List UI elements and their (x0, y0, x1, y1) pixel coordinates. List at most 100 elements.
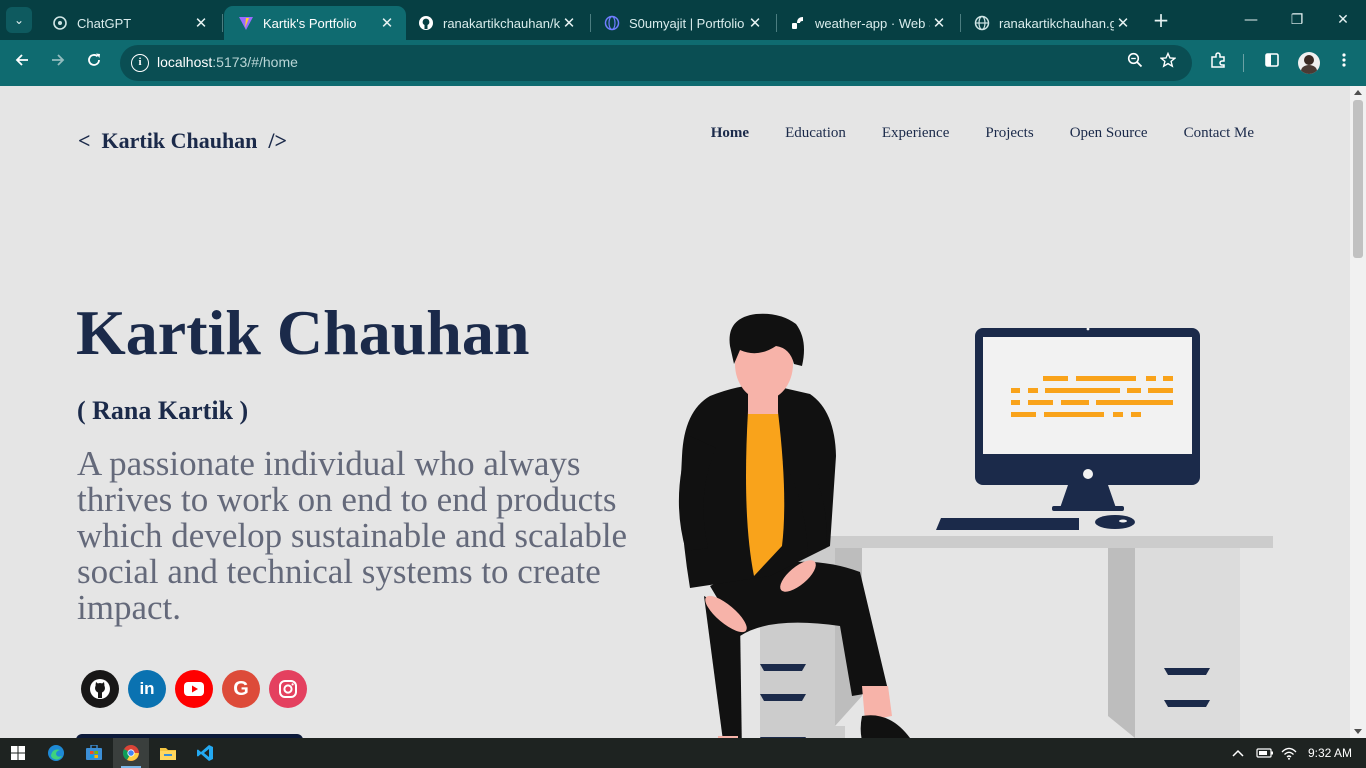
tab-github-repo[interactable]: ranakartikchauhan/ka ✕ (404, 6, 588, 40)
globe-icon (604, 15, 620, 31)
profile-avatar[interactable] (1298, 52, 1320, 74)
site-logo[interactable]: < Kartik Chauhan /> (78, 128, 287, 154)
scroll-up-arrow-icon[interactable] (1354, 90, 1362, 95)
url-text[interactable]: localhost:5173/#/home (157, 54, 298, 70)
keyboard (936, 518, 1079, 530)
close-icon[interactable]: ✕ (192, 14, 210, 32)
tab-weather-app[interactable]: weather-app · Web S ✕ (776, 6, 958, 40)
more-menu-icon[interactable] (1332, 51, 1356, 75)
github-link[interactable] (81, 670, 119, 708)
chrome-taskbar-button[interactable] (113, 738, 149, 768)
nav-home[interactable]: Home (711, 125, 749, 142)
side-panel-icon[interactable] (1260, 51, 1284, 75)
battery-icon[interactable] (1256, 738, 1274, 768)
tab-title: weather-app · Web S (815, 15, 930, 31)
toolbar-divider (1243, 54, 1244, 72)
zoom-icon[interactable] (1124, 52, 1146, 74)
scroll-down-arrow-icon[interactable] (1354, 729, 1362, 734)
tab-title: S0umyajit | Portfolio (629, 15, 745, 31)
youtube-icon (184, 682, 204, 696)
show-hidden-icons-button[interactable] (1232, 738, 1244, 768)
arrow-right-icon (52, 54, 65, 66)
tab-title: ranakartikchauhan.git (999, 15, 1114, 31)
mouse (1095, 515, 1135, 529)
url-path: :5173/#/home (212, 54, 298, 70)
tab-title: ranakartikchauhan/ka (443, 15, 560, 31)
file-explorer-icon (160, 748, 176, 760)
new-tab-button[interactable]: + (1151, 9, 1171, 31)
shoe (860, 715, 910, 738)
store-taskbar-button[interactable] (76, 738, 112, 768)
tab-title: Kartik's Portfolio (263, 15, 357, 31)
nav-open-source[interactable]: Open Source (1070, 125, 1148, 142)
nav-experience[interactable]: Experience (882, 125, 949, 142)
linkedin-link[interactable]: in (128, 670, 166, 708)
forward-button[interactable] (46, 51, 70, 75)
tab-kartiks-portfolio[interactable]: Kartik's Portfolio ✕ (224, 6, 406, 40)
social-links: in G (81, 670, 307, 708)
desk-right-drawer (1135, 548, 1240, 738)
scroll-thumb[interactable] (1353, 100, 1363, 258)
close-icon[interactable]: ✕ (930, 14, 948, 32)
instagram-icon (279, 680, 297, 698)
windows-start-icon (11, 746, 25, 760)
globe-icon (974, 15, 990, 31)
github-icon (90, 679, 110, 699)
browser-toolbar: i localhost:5173/#/home (0, 40, 1366, 86)
main-nav: Home Education Experience Projects Open … (711, 125, 1254, 142)
render-icon (790, 15, 806, 31)
nav-projects[interactable]: Projects (985, 125, 1033, 142)
windows-taskbar: 9:32 AM (0, 738, 1366, 768)
tab-search-button[interactable]: ⌄ (6, 7, 32, 33)
hero-bio: A passionate individual who always thriv… (77, 444, 628, 627)
restore-button[interactable]: ❐ (1274, 8, 1320, 32)
edge-icon (48, 745, 64, 761)
nav-education[interactable]: Education (785, 125, 846, 142)
tab-soumyajit-portfolio[interactable]: S0umyajit | Portfolio ✕ (590, 6, 774, 40)
window-close-button[interactable]: ✕ (1320, 8, 1366, 32)
close-icon[interactable]: ✕ (378, 14, 396, 32)
page-scrollbar[interactable] (1350, 86, 1366, 738)
tab-separator (222, 14, 223, 32)
clock[interactable]: 9:32 AM (1308, 738, 1352, 768)
reload-icon (88, 53, 100, 66)
linkedin-icon: in (139, 679, 155, 698)
reload-button[interactable] (82, 51, 106, 75)
tab-chatgpt[interactable]: ChatGPT ✕ (38, 6, 220, 40)
file-explorer-taskbar-button[interactable] (150, 738, 186, 768)
arrow-left-icon (15, 54, 28, 66)
site-info-icon[interactable]: i (131, 54, 149, 72)
github-icon (418, 15, 434, 31)
google-link[interactable]: G (222, 670, 260, 708)
chrome-icon (122, 745, 139, 761)
close-icon[interactable]: ✕ (1114, 14, 1132, 32)
close-icon[interactable]: ✕ (560, 14, 578, 32)
store-icon (86, 745, 102, 760)
extensions-icon[interactable] (1206, 51, 1230, 75)
url-host: localhost (157, 54, 213, 70)
edge-taskbar-button[interactable] (38, 738, 74, 768)
chevron-down-icon: ⌄ (13, 13, 25, 27)
vscode-icon (197, 745, 213, 761)
monitor-screen (983, 337, 1192, 454)
minimize-button[interactable]: — (1228, 8, 1274, 32)
youtube-link[interactable] (175, 670, 213, 708)
tab-title: ChatGPT (77, 15, 132, 31)
chatgpt-icon (52, 15, 68, 31)
google-icon: G (233, 677, 249, 700)
close-icon[interactable]: ✕ (746, 14, 764, 32)
address-bar[interactable]: i localhost:5173/#/home (120, 45, 1192, 81)
start-button[interactable] (0, 738, 36, 768)
nav-contact-me[interactable]: Contact Me (1184, 125, 1254, 142)
back-button[interactable] (10, 51, 34, 75)
page-viewport: < Kartik Chauhan /> Home Education Exper… (0, 86, 1350, 738)
desk-top (780, 536, 1273, 548)
tab-github-pages[interactable]: ranakartikchauhan.git ✕ (960, 6, 1142, 40)
browser-tab-bar: ⌄ ChatGPT ✕ Kartik's Portfolio ✕ ranakar… (0, 0, 1366, 40)
instagram-link[interactable] (269, 670, 307, 708)
vscode-taskbar-button[interactable] (187, 738, 223, 768)
wifi-icon[interactable] (1281, 738, 1297, 768)
bookmark-star-icon[interactable] (1157, 51, 1179, 74)
vite-icon (238, 15, 254, 31)
developer-illustration (678, 313, 1273, 738)
